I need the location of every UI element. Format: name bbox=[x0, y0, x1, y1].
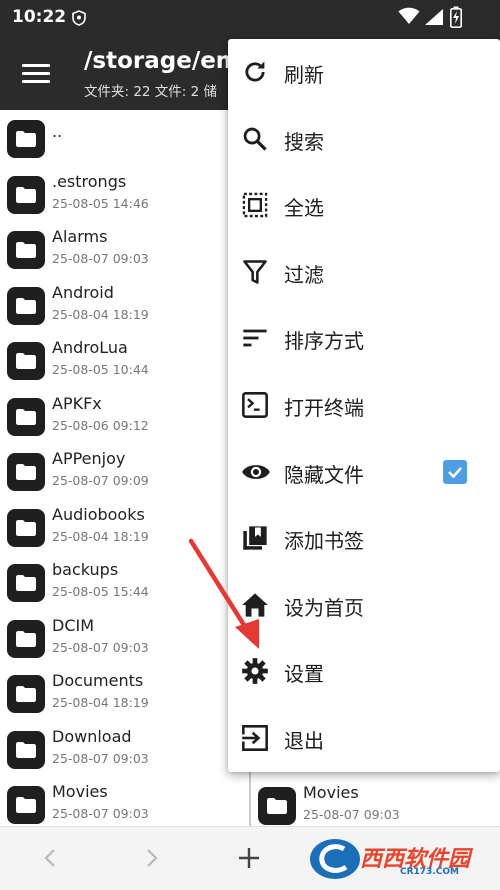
file-date: 25-08-06 09:12 bbox=[52, 417, 149, 433]
folder-icon bbox=[7, 397, 45, 436]
folder-icon bbox=[7, 231, 45, 269]
menu-item-10[interactable]: 退出 bbox=[228, 705, 500, 771]
folder-icon bbox=[7, 120, 45, 158]
menu-item-label: 刷新 bbox=[284, 63, 324, 87]
file-name: backups bbox=[52, 560, 119, 579]
hidden-files-checkbox[interactable] bbox=[443, 459, 467, 484]
menu-item-1[interactable]: 搜索 bbox=[228, 106, 500, 172]
menu-item-label: 全选 bbox=[284, 196, 324, 221]
forward-arrow-icon[interactable] bbox=[136, 843, 166, 873]
file-name: .. bbox=[52, 122, 63, 141]
folder-icon bbox=[7, 564, 45, 602]
file-date: 25-08-07 09:09 bbox=[52, 473, 149, 488]
menu-item-label: 设为首页 bbox=[284, 595, 364, 620]
folder-icon bbox=[7, 730, 45, 769]
file-date: 25-08-07 09:03 bbox=[52, 750, 149, 766]
file-row[interactable]: APKFx 25-08-06 09:12 bbox=[0, 390, 250, 445]
menu-item-label: 添加书签 bbox=[284, 529, 364, 554]
file-date: 25-08-04 18:19 bbox=[52, 306, 149, 322]
signal-icon bbox=[424, 8, 444, 30]
file-row[interactable]: Movies 25-08-07 09:03 bbox=[251, 779, 500, 826]
add-icon[interactable] bbox=[234, 843, 264, 873]
menu-item-label: 打开终端 bbox=[284, 396, 364, 420]
file-row[interactable]: .estrongs 25-08-05 14:46 bbox=[0, 168, 250, 223]
file-name: Audiobooks bbox=[52, 504, 145, 524]
refresh-icon bbox=[241, 58, 269, 86]
file-date: 25-08-07 09:03 bbox=[52, 251, 149, 266]
back-arrow-icon[interactable] bbox=[36, 843, 66, 873]
file-row[interactable]: AndroLua 25-08-05 10:44 bbox=[0, 334, 250, 389]
file-date: 25-08-05 10:44 bbox=[52, 362, 149, 377]
file-row[interactable]: Movies 25-08-07 09:03 bbox=[0, 778, 250, 826]
wifi-icon bbox=[398, 7, 420, 29]
watermark-url: CR173.COM bbox=[400, 867, 459, 877]
file-date: 25-08-04 18:19 bbox=[52, 528, 149, 544]
battery-charging-icon bbox=[450, 6, 462, 32]
file-date: 25-08-07 09:03 bbox=[303, 807, 400, 822]
terminal-icon bbox=[241, 391, 269, 419]
hamburger-menu-icon[interactable] bbox=[22, 60, 56, 88]
folder-icon bbox=[7, 508, 45, 547]
folder-icon bbox=[7, 453, 45, 491]
bottom-toolbar: 西西软件园 CR173.COM bbox=[0, 826, 500, 890]
menu-item-4[interactable]: 排序方式 bbox=[228, 305, 500, 371]
sort-icon bbox=[241, 324, 269, 352]
annotation-arrow bbox=[188, 538, 259, 649]
file-name: DCIM bbox=[52, 615, 95, 635]
file-row[interactable]: Download 25-08-07 09:03 bbox=[0, 723, 250, 778]
exit-icon bbox=[241, 724, 269, 752]
status-time: 10:22 bbox=[12, 7, 67, 27]
folder-icon bbox=[7, 175, 45, 214]
menu-item-0[interactable]: 刷新 bbox=[228, 39, 500, 105]
folder-icon bbox=[7, 675, 45, 713]
overflow-menu: 刷新搜索全选过滤排序方式打开终端隐藏文件添加书签设为首页设置退出 bbox=[228, 39, 500, 772]
folder-icon bbox=[258, 787, 296, 825]
folder-stats: 文件夹: 22 文件: 2 储 bbox=[84, 84, 218, 100]
file-date: 25-08-04 18:19 bbox=[52, 695, 149, 710]
status-bar: 10:22 bbox=[0, 0, 500, 36]
menu-item-2[interactable]: 全选 bbox=[228, 172, 500, 238]
file-name: AndroLua bbox=[52, 338, 128, 357]
folder-icon bbox=[7, 786, 45, 824]
menu-item-6[interactable]: 隐藏文件 bbox=[228, 439, 500, 505]
menu-item-label: 设置 bbox=[284, 662, 324, 687]
file-date: 25-08-07 09:03 bbox=[52, 639, 149, 655]
menu-item-label: 过滤 bbox=[284, 262, 324, 287]
file-name: Android bbox=[52, 282, 114, 302]
file-name: Movies bbox=[303, 783, 359, 802]
menu-item-label: 搜索 bbox=[284, 129, 324, 154]
file-row[interactable]: APPenjoy 25-08-07 09:09 bbox=[0, 445, 250, 500]
file-date: 25-08-05 15:44 bbox=[52, 584, 149, 599]
file-row[interactable]: Documents 25-08-04 18:19 bbox=[0, 667, 250, 722]
menu-item-label: 排序方式 bbox=[284, 329, 364, 354]
search-icon bbox=[241, 125, 269, 153]
gear-icon bbox=[241, 657, 269, 685]
folder-icon bbox=[7, 286, 45, 325]
file-list: .. .estrongs 25-08-05 14:46 Alarms 25-08-07 … bbox=[0, 110, 250, 826]
menu-item-5[interactable]: 打开终端 bbox=[228, 372, 500, 438]
file-name: .estrongs bbox=[52, 171, 127, 191]
select-all-icon bbox=[241, 191, 269, 219]
menu-item-3[interactable]: 过滤 bbox=[228, 239, 500, 305]
file-name: APKFx bbox=[52, 393, 102, 413]
file-name: APPenjoy bbox=[52, 449, 126, 468]
shield-icon bbox=[72, 10, 86, 30]
folder-icon bbox=[7, 619, 45, 658]
file-row[interactable]: .. bbox=[0, 112, 250, 167]
folder-icon bbox=[7, 342, 45, 380]
menu-item-label: 隐藏文件 bbox=[284, 462, 364, 487]
watermark-emblem bbox=[310, 839, 360, 879]
file-name: Documents bbox=[52, 671, 144, 690]
file-name: Alarms bbox=[52, 227, 108, 246]
file-row[interactable]: Android 25-08-04 18:19 bbox=[0, 279, 250, 334]
file-name: Download bbox=[52, 726, 132, 746]
menu-item-label: 退出 bbox=[284, 729, 324, 753]
file-date: 25-08-07 09:03 bbox=[52, 806, 149, 821]
file-date: 25-08-05 14:46 bbox=[52, 195, 149, 211]
file-name: Movies bbox=[52, 782, 108, 801]
file-row[interactable]: Alarms 25-08-07 09:03 bbox=[0, 223, 250, 278]
eye-icon bbox=[241, 458, 270, 486]
filter-icon bbox=[241, 258, 269, 286]
watermark-logo: 西西软件园 CR173.COM bbox=[300, 837, 500, 881]
